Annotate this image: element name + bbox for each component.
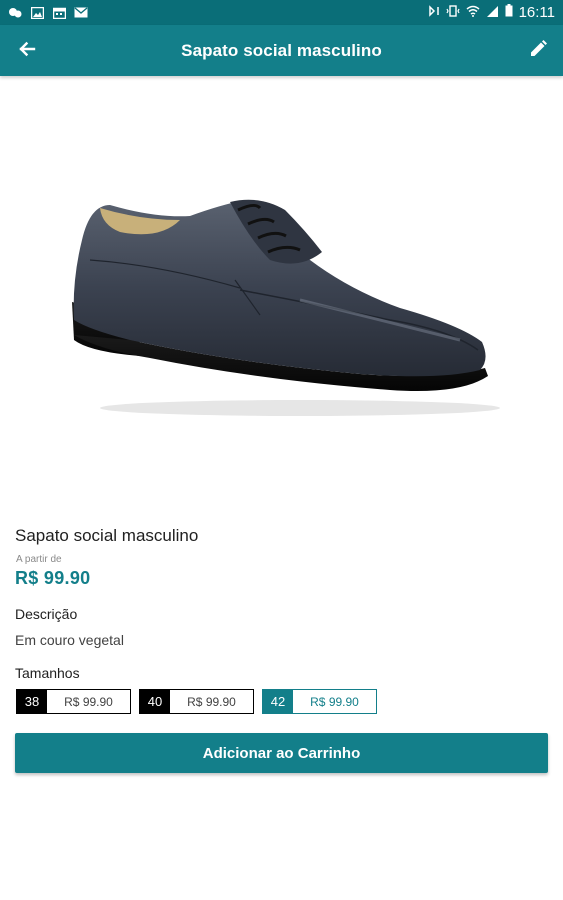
vibrate-icon — [446, 4, 460, 21]
size-price: R$ 99.90 — [187, 694, 236, 709]
signal-icon — [486, 4, 499, 21]
nfc-icon — [428, 4, 440, 21]
chat-icon — [8, 7, 22, 19]
email-icon — [74, 7, 88, 19]
app-bar: Sapato social masculino — [0, 25, 563, 76]
size-option-40[interactable]: 40 R$ 99.90 — [139, 689, 254, 714]
size-options: 38 R$ 99.90 40 R$ 99.90 42 R$ 99.90 — [16, 689, 377, 714]
arrow-left-icon — [18, 40, 36, 63]
product-name: Sapato social masculino — [15, 526, 199, 545]
size-option-38[interactable]: 38 R$ 99.90 — [16, 689, 131, 714]
calendar-icon — [52, 7, 66, 19]
system-icons: 16:11 — [428, 4, 555, 21]
size-number: 40 — [140, 690, 170, 713]
size-number: 42 — [263, 690, 293, 713]
price-prefix: A partir de — [16, 554, 62, 565]
sizes-title: Tamanhos — [15, 665, 80, 681]
product-price: R$ 99.90 — [15, 568, 91, 588]
size-option-42[interactable]: 42 R$ 99.90 — [262, 689, 377, 714]
description-title: Descrição — [15, 606, 78, 622]
status-time: 16:11 — [518, 4, 555, 21]
image-icon — [30, 6, 44, 19]
product-image — [60, 180, 510, 430]
edit-button[interactable] — [525, 38, 551, 64]
page-title: Sapato social masculino — [181, 40, 382, 60]
notification-icons — [8, 6, 88, 19]
battery-icon — [505, 4, 513, 21]
wifi-icon — [466, 4, 480, 21]
size-price: R$ 99.90 — [310, 694, 359, 709]
status-bar: 16:11 — [0, 0, 563, 25]
size-number: 38 — [17, 690, 47, 713]
pencil-icon — [528, 39, 548, 64]
description-text: Em couro vegetal — [15, 632, 124, 648]
shoe-illustration — [72, 199, 500, 416]
back-button[interactable] — [14, 38, 40, 64]
add-to-cart-button[interactable]: Adicionar ao Carrinho — [15, 733, 548, 773]
size-price: R$ 99.90 — [64, 694, 113, 709]
